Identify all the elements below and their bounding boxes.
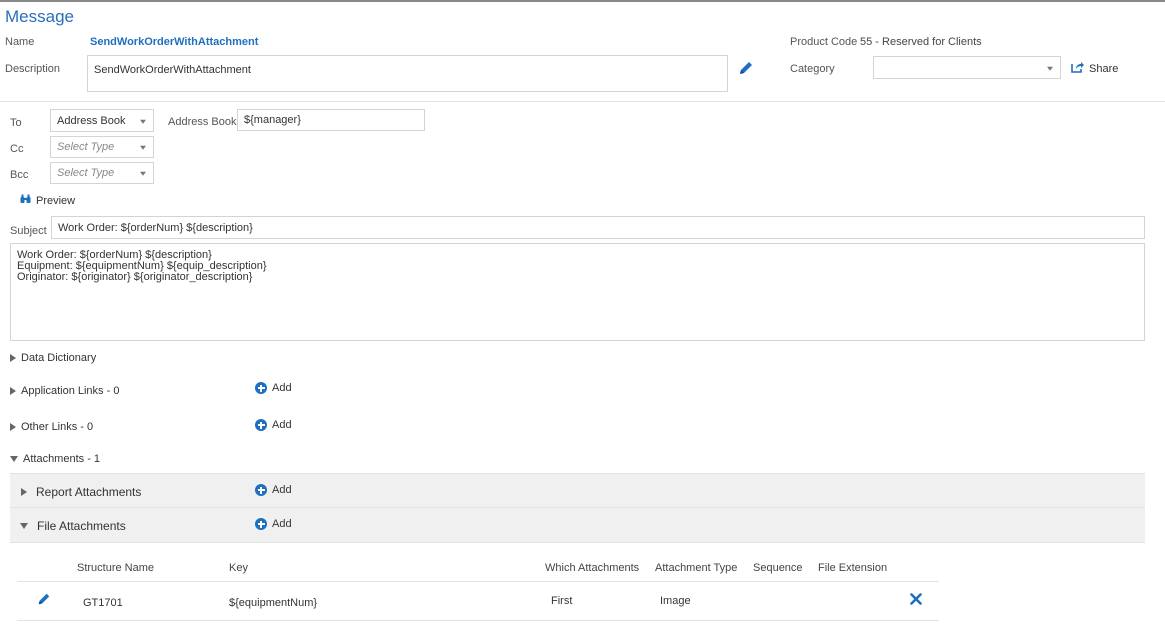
attachments-toggle[interactable]: Attachments - 1 [10,453,100,465]
expand-arrow-icon [10,387,16,395]
bcc-placeholder: Select Type [57,167,115,179]
column-header-attachment-type: Attachment Type [655,562,738,574]
add-label: Add [272,419,292,431]
preview-button[interactable]: Preview [20,194,75,207]
column-header-file-extension: File Extension [818,562,888,574]
cc-type-select[interactable]: Select Type [50,136,154,158]
edit-row-pencil-icon[interactable] [37,592,51,606]
plus-circle-icon [255,382,267,394]
delete-row-close-icon[interactable] [910,593,922,605]
header-divider [0,101,1165,102]
other-links-count: 0 [87,421,94,433]
message-body-textarea[interactable]: Work Order: ${orderNum} ${description} E… [10,243,1145,341]
chevron-down-icon [1047,66,1053,71]
edit-description-pencil-icon[interactable] [738,60,754,76]
column-header-sequence: Sequence [753,562,803,574]
expand-arrow-icon [10,423,16,431]
add-report-attachment-button[interactable]: Add [255,484,292,496]
product-code-label: Product Code [790,36,858,48]
table-row: GT1701 ${equipmentNum} First Image [17,582,939,620]
expand-arrow-icon [10,354,16,362]
chevron-down-icon [140,171,146,176]
add-file-attachment-button[interactable]: Add [255,518,292,530]
add-label: Add [272,382,292,394]
message-name: SendWorkOrderWithAttachment [90,36,259,48]
share-label: Share [1089,62,1119,75]
attachments-label: Attachments - [23,453,94,465]
product-code-value: 55 - Reserved for Clients [860,36,982,48]
application-links-toggle[interactable]: Application Links - 0 [10,385,119,397]
report-attachments-band [10,473,1145,508]
address-book-input[interactable]: ${manager} [237,109,425,131]
report-attachments-label: Report Attachments [36,485,142,499]
body-line: Originator: ${originator} ${originator_d… [17,271,253,283]
page-title: Message [5,7,74,26]
description-value: SendWorkOrderWithAttachment [94,64,251,76]
add-application-link-button[interactable]: Add [255,382,292,394]
cell-key: ${equipmentNum} [229,597,318,609]
column-header-structure-name: Structure Name [77,562,155,574]
report-attachments-toggle[interactable]: Report Attachments [21,485,141,499]
plus-circle-icon [255,484,267,496]
table-row-divider [17,620,939,621]
bcc-type-select[interactable]: Select Type [50,162,154,184]
column-header-which-attachments: Which Attachments [545,562,640,574]
cell-attachment-type: Image [660,595,691,607]
share-button[interactable]: Share [1071,61,1118,76]
other-links-toggle[interactable]: Other Links - 0 [10,421,93,433]
application-links-label: Application Links - [21,385,114,397]
description-label: Description [5,63,61,75]
expand-arrow-icon [21,488,27,496]
description-field[interactable]: SendWorkOrderWithAttachment [87,55,728,92]
category-select[interactable] [873,56,1061,79]
cell-structure-name: GT1701 [83,597,123,609]
category-label: Category [790,63,835,75]
binoculars-icon [20,194,31,207]
other-links-label: Other Links - [21,421,88,433]
data-dictionary-toggle[interactable]: Data Dictionary [10,352,96,364]
file-attachments-band [10,508,1145,543]
add-label: Add [272,484,292,496]
collapse-arrow-icon [10,456,18,462]
application-links-count: 0 [113,385,120,397]
chevron-down-icon [140,119,146,124]
plus-circle-icon [255,419,267,431]
collapse-arrow-icon [20,523,28,529]
subject-value: Work Order: ${orderNum} ${description} [58,222,253,234]
add-other-link-button[interactable]: Add [255,419,292,431]
top-border [0,0,1165,2]
to-type-select[interactable]: Address Book [50,109,154,132]
bcc-label: Bcc [10,169,29,181]
subject-input[interactable]: Work Order: ${orderNum} ${description} [51,216,1145,239]
share-icon [1071,61,1084,76]
address-book-label: Address Book [168,116,237,128]
plus-circle-icon [255,518,267,530]
attachments-count: 1 [93,453,101,465]
chevron-down-icon [140,145,146,150]
name-label: Name [5,36,35,48]
file-attachments-label: File Attachments [37,519,126,533]
data-dictionary-label: Data Dictionary [21,352,97,364]
address-book-value: ${manager} [244,114,301,126]
cc-label: Cc [10,143,24,155]
cc-placeholder: Select Type [57,141,115,153]
cell-which-attachments: First [551,595,573,607]
to-type-value: Address Book [57,114,126,127]
preview-label: Preview [36,194,76,207]
to-label: To [10,117,22,129]
file-attachments-toggle[interactable]: File Attachments [20,519,126,533]
add-label: Add [272,518,292,530]
subject-label: Subject [10,225,47,237]
column-header-key: Key [229,562,248,574]
